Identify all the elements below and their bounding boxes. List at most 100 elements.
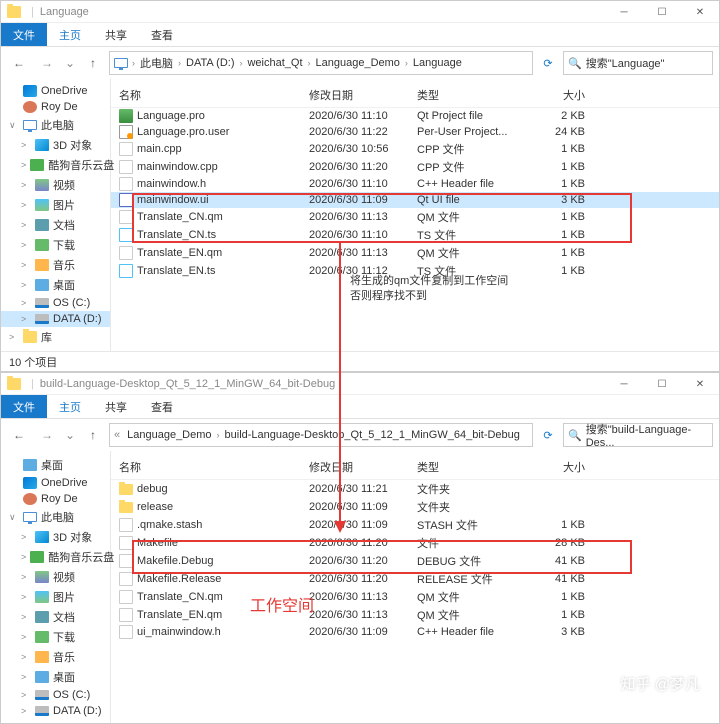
expand-icon[interactable]: > xyxy=(21,220,31,230)
col-date[interactable]: 修改日期 xyxy=(309,457,417,477)
sidebar-item[interactable]: 桌面 xyxy=(1,455,110,475)
col-size[interactable]: 大小 xyxy=(525,85,585,105)
search-input[interactable]: 🔍 搜索"build-Language-Des... xyxy=(563,423,713,447)
file-row[interactable]: Translate_CN.qm2020/6/30 11:13QM 文件1 KB xyxy=(111,588,719,606)
file-row[interactable]: Makefile.Debug2020/6/30 11:20DEBUG 文件41 … xyxy=(111,552,719,570)
file-row[interactable]: mainwindow.h2020/6/30 11:10C++ Header fi… xyxy=(111,176,719,192)
expand-icon[interactable]: > xyxy=(21,672,31,682)
recent-button[interactable]: ⌄ xyxy=(63,51,77,75)
sidebar-item[interactable]: >文档 xyxy=(1,607,110,627)
file-row[interactable]: main.cpp2020/6/30 10:56CPP 文件1 KB xyxy=(111,140,719,158)
expand-icon[interactable]: > xyxy=(9,332,19,342)
minimize-button[interactable]: ─ xyxy=(605,373,643,395)
refresh-button[interactable]: ⟳ xyxy=(537,429,559,442)
search-input[interactable]: 🔍 搜索"Language" xyxy=(563,51,713,75)
file-row[interactable]: .qmake.stash2020/6/30 11:09STASH 文件1 KB xyxy=(111,516,719,534)
col-type[interactable]: 类型 xyxy=(417,457,525,477)
path-seg[interactable]: 此电脑 xyxy=(137,55,176,71)
overflow-icon[interactable]: « xyxy=(114,429,120,441)
sidebar-item[interactable]: Roy De xyxy=(1,491,110,507)
col-type[interactable]: 类型 xyxy=(417,85,525,105)
recent-button[interactable]: ⌄ xyxy=(63,423,77,447)
sidebar-item[interactable]: >文档 xyxy=(1,215,110,235)
path-seg[interactable]: build-Language-Desktop_Qt_5_12_1_MinGW_6… xyxy=(222,429,523,441)
path-seg[interactable]: Language_Demo xyxy=(313,57,403,69)
col-name[interactable]: 名称 xyxy=(119,85,309,105)
ribbon-tab-share[interactable]: 共享 xyxy=(93,23,139,46)
file-row[interactable]: mainwindow.cpp2020/6/30 11:20CPP 文件1 KB xyxy=(111,158,719,176)
forward-button[interactable]: → xyxy=(35,423,59,447)
expand-icon[interactable]: > xyxy=(21,706,31,716)
sidebar-item[interactable]: >OS (C:) xyxy=(1,295,110,311)
col-size[interactable]: 大小 xyxy=(525,457,585,477)
file-row[interactable]: ui_mainwindow.h2020/6/30 11:09C++ Header… xyxy=(111,624,719,640)
sidebar-item[interactable]: >酷狗音乐云盘 xyxy=(1,547,110,567)
sidebar-item[interactable]: >视频 xyxy=(1,567,110,587)
expand-icon[interactable]: > xyxy=(21,592,31,602)
path-seg[interactable]: weichat_Qt xyxy=(244,57,305,69)
expand-icon[interactable]: > xyxy=(21,180,31,190)
titlebar[interactable]: | build-Language-Desktop_Qt_5_12_1_MinGW… xyxy=(1,373,719,395)
file-row[interactable]: Language.pro2020/6/30 11:10Qt Project fi… xyxy=(111,108,719,124)
sidebar-item[interactable]: >3D 对象 xyxy=(1,527,110,547)
file-row[interactable]: Makefile2020/6/30 11:20文件28 KB xyxy=(111,534,719,552)
expand-icon[interactable]: > xyxy=(21,690,31,700)
sidebar-item[interactable]: >OS (C:) xyxy=(1,687,110,703)
expand-icon[interactable]: ∨ xyxy=(9,120,19,131)
col-name[interactable]: 名称 xyxy=(119,457,309,477)
file-row[interactable]: debug2020/6/30 11:21文件夹 xyxy=(111,480,719,498)
expand-icon[interactable]: > xyxy=(21,240,31,250)
close-button[interactable]: ✕ xyxy=(681,1,719,23)
sidebar-item[interactable]: >下载 xyxy=(1,235,110,255)
path-seg[interactable]: Language xyxy=(410,57,465,69)
sidebar-item[interactable]: >DATA (D:) xyxy=(1,311,110,327)
maximize-button[interactable]: ☐ xyxy=(643,1,681,23)
file-row[interactable]: release2020/6/30 11:09文件夹 xyxy=(111,498,719,516)
expand-icon[interactable]: > xyxy=(21,260,31,270)
file-row[interactable]: Makefile.Release2020/6/30 11:20RELEASE 文… xyxy=(111,570,719,588)
ribbon-tab-home[interactable]: 主页 xyxy=(47,23,93,46)
titlebar[interactable]: | Language ─ ☐ ✕ xyxy=(1,1,719,23)
expand-icon[interactable]: > xyxy=(21,572,31,582)
sidebar-item[interactable]: >桌面 xyxy=(1,275,110,295)
close-button[interactable]: ✕ xyxy=(681,373,719,395)
sidebar-item[interactable]: ∨此电脑 xyxy=(1,115,110,135)
expand-icon[interactable]: > xyxy=(21,652,31,662)
sidebar-item[interactable]: >库 xyxy=(1,327,110,347)
file-row[interactable]: Language.pro.user2020/6/30 11:22Per-User… xyxy=(111,124,719,140)
sidebar-item[interactable]: >音乐 xyxy=(1,255,110,275)
maximize-button[interactable]: ☐ xyxy=(643,373,681,395)
expand-icon[interactable]: > xyxy=(21,612,31,622)
up-button[interactable]: ↑ xyxy=(81,51,105,75)
up-button[interactable]: ↑ xyxy=(81,423,105,447)
refresh-button[interactable]: ⟳ xyxy=(537,57,559,70)
forward-button[interactable]: → xyxy=(35,51,59,75)
expand-icon[interactable]: > xyxy=(21,632,31,642)
sidebar-item[interactable]: >3D 对象 xyxy=(1,135,110,155)
sidebar-item[interactable]: >音乐 xyxy=(1,647,110,667)
sidebar-item[interactable]: >桌面 xyxy=(1,667,110,687)
sidebar-item[interactable]: >下载 xyxy=(1,627,110,647)
col-date[interactable]: 修改日期 xyxy=(309,85,417,105)
expand-icon[interactable]: > xyxy=(21,314,31,324)
address-path[interactable]: › 此电脑 › DATA (D:) › weichat_Qt › Languag… xyxy=(109,51,533,75)
address-path[interactable]: « Language_Demo › build-Language-Desktop… xyxy=(109,423,533,447)
expand-icon[interactable]: > xyxy=(21,160,26,170)
expand-icon[interactable]: > xyxy=(21,140,31,150)
sidebar-item[interactable]: OneDrive xyxy=(1,475,110,491)
expand-icon[interactable]: > xyxy=(21,298,31,308)
ribbon-tab-view[interactable]: 查看 xyxy=(139,23,185,46)
column-headers[interactable]: 名称 修改日期 类型 大小 xyxy=(111,83,719,108)
expand-icon[interactable]: > xyxy=(21,280,31,290)
file-row[interactable]: Translate_CN.ts2020/6/30 11:10TS 文件1 KB xyxy=(111,226,719,244)
column-headers[interactable]: 名称 修改日期 类型 大小 xyxy=(111,455,719,480)
file-row[interactable]: mainwindow.ui2020/6/30 11:09Qt UI file3 … xyxy=(111,192,719,208)
expand-icon[interactable]: > xyxy=(21,200,31,210)
sidebar-item[interactable]: >图片 xyxy=(1,195,110,215)
ribbon-tab-view[interactable]: 查看 xyxy=(139,395,185,418)
path-seg[interactable]: Language_Demo xyxy=(124,429,214,441)
ribbon-tab-file[interactable]: 文件 xyxy=(1,395,47,418)
expand-icon[interactable]: > xyxy=(21,552,26,562)
expand-icon[interactable]: ∨ xyxy=(9,512,19,523)
path-seg[interactable]: DATA (D:) xyxy=(183,57,237,69)
